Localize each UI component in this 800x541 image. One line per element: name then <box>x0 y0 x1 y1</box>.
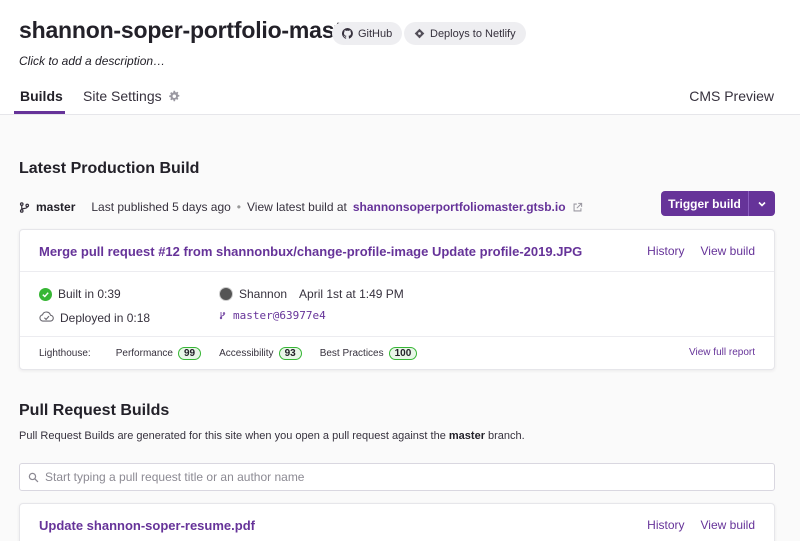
pr-desc-suffix: branch. <box>488 430 525 442</box>
lighthouse-metric: Accessibility 93 <box>219 347 302 360</box>
search-icon <box>28 472 39 482</box>
latest-build-heading: Latest Production Build <box>19 160 200 177</box>
deployed-time: Deployed in 0:18 <box>60 311 151 325</box>
metric-score: 100 <box>388 347 418 360</box>
cloud-upload-icon <box>39 310 54 326</box>
trigger-build-button-group: Trigger build <box>661 191 775 216</box>
meta-separator: • <box>236 200 241 214</box>
pr-search-box <box>19 463 775 491</box>
trigger-build-button[interactable]: Trigger build <box>661 191 749 216</box>
metric-score: 93 <box>278 347 302 360</box>
commit-ref: master@63977e4 <box>219 309 326 322</box>
trigger-build-dropdown[interactable] <box>749 191 775 216</box>
build-timestamp: April 1st at 1:49 PM <box>299 287 404 301</box>
pr-build-card: Update shannon-soper-resume.pdf History … <box>19 503 775 541</box>
site-title: shannon-soper-portfolio-master <box>19 17 364 43</box>
site-description[interactable]: Click to add a description… <box>19 54 165 68</box>
pr-build-title[interactable]: Update shannon-soper-resume.pdf <box>39 518 255 533</box>
build-status: Built in 0:39 <box>39 287 121 301</box>
latest-build-meta: master Last published 5 days ago • View … <box>19 200 583 214</box>
card-divider <box>20 336 774 337</box>
gear-icon <box>168 90 179 102</box>
build-card-links: History View build <box>647 244 755 258</box>
author-name: Shannon <box>239 287 288 301</box>
netlify-link[interactable]: Deploys to Netlify <box>404 22 526 45</box>
check-circle-icon <box>39 287 52 301</box>
view-build-link[interactable]: View build <box>701 244 755 258</box>
latest-build-url[interactable]: shannonsoperportfoliomaster.gtsb.io <box>353 200 566 214</box>
pr-search-input[interactable] <box>45 470 745 484</box>
pr-desc-branch: master <box>448 430 485 442</box>
pr-desc-text: Pull Request Builds are generated for th… <box>19 430 446 442</box>
branch-icon <box>19 201 30 213</box>
tab-cms-preview[interactable]: CMS Preview <box>689 88 774 104</box>
github-link[interactable]: GitHub <box>332 22 403 45</box>
view-build-link[interactable]: View build <box>701 518 755 532</box>
site-header: shannon-soper-portfolio-master GitHub De… <box>0 0 800 115</box>
metric-name: Accessibility <box>219 348 274 359</box>
lighthouse-scores: Lighthouse: Performance 99 Accessibility… <box>39 347 435 360</box>
metric-name: Best Practices <box>319 348 384 359</box>
last-published: Last published 5 days ago <box>91 200 231 214</box>
tab-site-settings-label: Site Settings <box>83 88 162 104</box>
card-divider <box>20 271 774 272</box>
github-icon <box>342 28 353 39</box>
deploy-status: Deployed in 0:18 <box>39 310 150 326</box>
pr-builds-heading: Pull Request Builds <box>19 402 170 419</box>
pr-card-links: History View build <box>647 518 755 532</box>
active-tab-indicator <box>14 111 65 114</box>
lighthouse-metric: Performance 99 <box>115 347 202 360</box>
latest-build-card: Merge pull request #12 from shannonbux/c… <box>19 229 775 370</box>
built-time: Built in 0:39 <box>58 287 121 301</box>
lighthouse-label: Lighthouse: <box>39 348 91 359</box>
chevron-down-icon <box>758 201 766 207</box>
build-author: Shannon April 1st at 1:49 PM <box>219 287 404 301</box>
github-label: GitHub <box>358 27 393 40</box>
pr-builds-description: Pull Request Builds are generated for th… <box>19 430 525 442</box>
branch-name: master <box>36 200 76 214</box>
history-link[interactable]: History <box>647 244 684 258</box>
history-link[interactable]: History <box>647 518 684 532</box>
avatar <box>219 287 233 301</box>
tab-builds[interactable]: Builds <box>20 88 63 104</box>
commit-link[interactable]: master@63977e4 <box>233 309 326 322</box>
branch-icon <box>219 312 226 320</box>
view-full-report-link[interactable]: View full report <box>689 347 755 358</box>
netlify-label: Deploys to Netlify <box>430 27 516 40</box>
external-link-icon[interactable] <box>572 202 583 213</box>
lighthouse-metric: Best Practices 100 <box>320 347 418 360</box>
build-commit-title[interactable]: Merge pull request #12 from shannonbux/c… <box>39 244 582 259</box>
netlify-icon <box>414 28 425 39</box>
metric-name: Performance <box>115 348 173 359</box>
metric-score: 99 <box>177 347 202 360</box>
view-latest-label: View latest build at <box>247 200 347 214</box>
tab-site-settings[interactable]: Site Settings <box>83 88 180 104</box>
